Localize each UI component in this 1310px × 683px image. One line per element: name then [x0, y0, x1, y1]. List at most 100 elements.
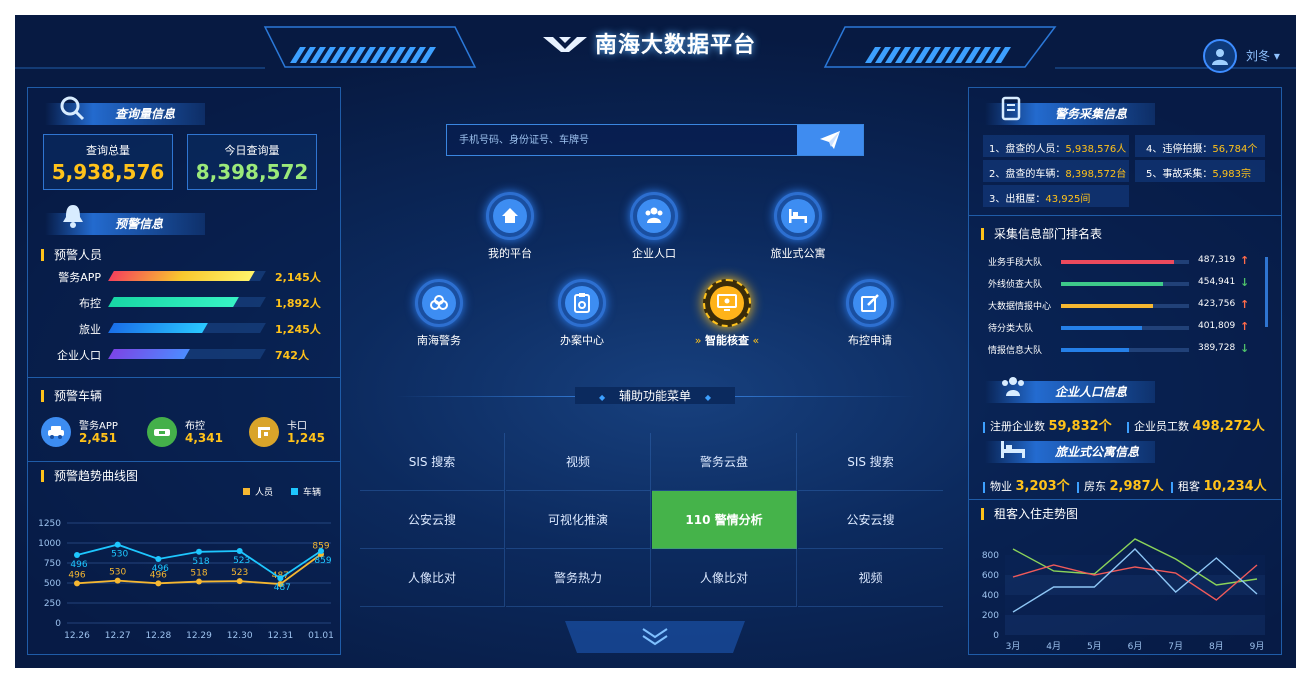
rank-value: 389,728	[1198, 343, 1236, 353]
y-tick-label: 1000	[38, 539, 61, 549]
data-label: 496	[70, 560, 87, 570]
series-point	[196, 578, 202, 585]
legend-swatch	[243, 488, 250, 495]
nav-item[interactable]: » 智能核查 «	[672, 279, 782, 348]
diamond-icon: ◆	[704, 393, 711, 402]
rank-row: 情报信息大队 389,728 ↓	[968, 342, 1258, 363]
user-avatar[interactable]	[1203, 39, 1237, 73]
x-tick-label: 8月	[1209, 641, 1224, 652]
collect-item: 4、违停拍摄：56,784个	[1146, 144, 1258, 155]
rank-row: 大数据情报中心 423,756 ↑	[968, 298, 1258, 319]
data-label: 530	[109, 568, 126, 578]
vehicle-value-app: 2,451	[79, 431, 117, 445]
menu-item[interactable]: 人像比对	[360, 549, 505, 607]
alert-vehicle-title: 预警车辆	[41, 390, 102, 402]
rank-row: 待分类大队 401,809 ↑	[968, 320, 1258, 341]
divider	[968, 215, 1282, 216]
nav-item[interactable]: 我的平台	[455, 192, 565, 261]
menu-item[interactable]: 公安云搜	[798, 491, 943, 549]
y-tick-label: 750	[44, 559, 61, 569]
rank-bar	[1061, 304, 1154, 308]
x-tick-label: 12.26	[64, 631, 90, 641]
search-button[interactable]	[797, 125, 863, 155]
x-tick-label: 12.29	[186, 631, 212, 641]
y-tick-label: 600	[982, 571, 999, 581]
scrollbar[interactable]	[1265, 257, 1268, 327]
monitor-icon	[717, 294, 737, 311]
tenant-chart-title: 租客入住走势图	[981, 508, 1078, 520]
nav-label: 布控申请	[848, 334, 892, 347]
menu-item[interactable]: SIS 搜索	[360, 433, 505, 491]
x-tick-label: 9月	[1250, 641, 1265, 652]
logo-icon	[543, 37, 587, 52]
data-label: 859	[314, 556, 331, 566]
menu-item[interactable]: 110 警情分析	[652, 491, 797, 549]
collect-item: 2、盘查的车辆：8,398,572台	[989, 169, 1127, 180]
menu-item[interactable]: 视频	[798, 549, 943, 607]
people-icon	[645, 207, 663, 223]
alert-people-bar	[108, 323, 209, 333]
chevron-right-icon: »	[694, 334, 702, 347]
menu-item[interactable]: 视频	[506, 433, 651, 491]
grid-band	[1005, 615, 1265, 635]
nav-item[interactable]: 办案中心	[527, 279, 637, 348]
search-input[interactable]	[447, 125, 797, 155]
clipboard-icon	[574, 293, 590, 313]
nav-label: 南海警务	[417, 334, 461, 347]
series-point	[114, 541, 121, 548]
x-tick-label: 6月	[1128, 641, 1143, 652]
nav-item[interactable]: 企业人口	[599, 192, 709, 261]
user-name: 刘冬	[1246, 49, 1271, 63]
rank-list: 业务手段大队 487,319 ↑ 外线侦查大队 454,941 ↓ 大数据情报中心 423,7…	[968, 254, 1282, 365]
police-car-icon	[41, 417, 71, 447]
alert-people-value: 2,145人	[275, 271, 321, 284]
arrow-up-icon: ↑	[1240, 298, 1250, 311]
series-point	[236, 548, 243, 554]
nav-item[interactable]: 南海警务	[384, 279, 494, 348]
series-point	[74, 580, 80, 587]
alert-people-label: 警务APP	[58, 271, 101, 284]
x-tick-label: 12.31	[267, 631, 293, 641]
y-tick-label: 250	[44, 599, 61, 609]
function-menu: SIS 搜索 视频 警务云盘 SIS 搜索 公安云搜 可视化推演 110 警情分析 公安云搜人…	[360, 433, 945, 608]
trend-chart: 人员 车辆 0 250 500 750 1000 1250 12.26 12.27 12.28 12.…	[38, 486, 334, 641]
series-point	[114, 577, 121, 584]
enterprise-reg: 注册企业数 59,832个	[983, 415, 1112, 434]
user-menu[interactable]: 刘冬 ▾	[1246, 47, 1280, 64]
tenant-chart: 0 200 400 600 800 3月 4月 5月 6月 7月 8月 9月	[982, 538, 1265, 652]
menu-item[interactable]: SIS 搜索	[798, 433, 943, 491]
menu-item[interactable]: 警务热力	[506, 549, 651, 607]
series-point	[155, 580, 162, 587]
bell-icon	[63, 205, 83, 228]
vehicle-label-app: 警务APP	[79, 421, 118, 432]
menu-item[interactable]: 人像比对	[652, 549, 797, 607]
menu-item[interactable]: 可视化推演	[506, 491, 651, 549]
clipboard-icon	[1001, 96, 1021, 121]
rank-name: 待分类大队	[988, 324, 1034, 334]
menu-title: ◆ 辅助功能菜单 ◆	[575, 387, 735, 404]
alert-people-bar	[108, 349, 190, 359]
data-label: 523	[233, 556, 250, 566]
home-icon	[502, 208, 518, 223]
x-tick-label: 12.27	[105, 631, 131, 641]
rank-row: 业务手段大队 487,319 ↑	[968, 254, 1258, 275]
expand-tab[interactable]	[565, 621, 745, 653]
enterprise-emp: 企业员工数 498,272人	[1127, 415, 1265, 434]
nav-item[interactable]: 旅业式公寓	[743, 192, 853, 261]
bed-icon	[789, 209, 807, 223]
rank-row: 外线侦查大队 454,941 ↓	[968, 276, 1258, 297]
data-label: 487	[274, 583, 291, 593]
alert-people-bar	[108, 297, 239, 307]
rank-value: 423,756	[1198, 299, 1236, 309]
alert-people-title: 预警人员	[41, 249, 102, 261]
series-point	[318, 548, 324, 554]
divider	[968, 499, 1282, 500]
menu-item[interactable]: 公安云搜	[360, 491, 505, 549]
menu-item[interactable]: 警务云盘	[652, 433, 797, 491]
nav-item[interactable]: 布控申请	[815, 279, 925, 348]
query-today-box: 今日查询量 8,398,572	[187, 134, 317, 190]
collect-item: 3、出租屋：43,925间	[989, 194, 1091, 205]
y-tick-label: 1250	[38, 519, 61, 529]
legend-swatch	[291, 488, 298, 495]
rank-bar	[1061, 326, 1142, 330]
